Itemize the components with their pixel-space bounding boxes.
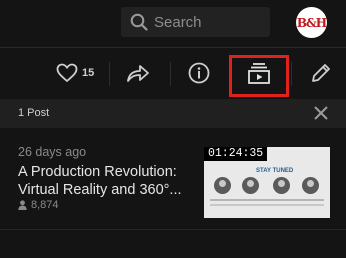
- search-placeholder: Search: [154, 13, 202, 31]
- video-duration: 01:24:35: [204, 147, 268, 161]
- close-button[interactable]: [313, 105, 329, 126]
- thumbnail-caption-line: [210, 199, 324, 201]
- user-icon: [18, 200, 27, 210]
- close-icon: [314, 106, 328, 120]
- post-views: 8,874: [18, 199, 59, 211]
- info-button[interactable]: [188, 48, 210, 98]
- like-button[interactable]: 15: [56, 48, 94, 98]
- divider: [0, 229, 346, 230]
- avatar-logo-text: B&H: [296, 15, 327, 30]
- edit-icon: [312, 64, 330, 82]
- heart-icon: [56, 63, 78, 83]
- video-toolbar: 15: [0, 48, 346, 98]
- post-age: 26 days ago: [18, 145, 87, 159]
- thumbnail-caption-line: [210, 204, 324, 206]
- view-count: 8,874: [31, 199, 59, 211]
- thumbnail-text: STAY TUNED: [256, 168, 294, 174]
- share-icon: [127, 65, 149, 82]
- channel-avatar[interactable]: B&H: [296, 7, 327, 38]
- share-button[interactable]: [126, 48, 150, 98]
- posts-panel-header: 1 Post: [0, 99, 346, 128]
- playlist-highlight-box: [229, 55, 289, 97]
- post-count: 1 Post: [18, 107, 50, 119]
- post-title-line2: Virtual Reality and 360°...: [18, 182, 182, 198]
- toolbar-divider: [170, 62, 171, 86]
- video-thumbnail[interactable]: 01:24:35 STAY TUNED: [204, 147, 330, 218]
- info-icon: [188, 62, 210, 84]
- like-count: 15: [82, 67, 95, 79]
- speaker-photo: [302, 177, 319, 194]
- toolbar-divider: [109, 62, 110, 86]
- post-title[interactable]: A Production Revolution: Virtual Reality…: [18, 163, 198, 199]
- edit-button[interactable]: [310, 48, 332, 98]
- speaker-photo: [273, 177, 290, 194]
- top-bar: Search B&H: [0, 0, 346, 46]
- search-icon: [130, 13, 148, 31]
- toolbar-divider: [291, 62, 292, 86]
- search-box[interactable]: Search: [121, 7, 270, 37]
- speaker-photo: [242, 177, 259, 194]
- post-title-line1: A Production Revolution:: [18, 164, 177, 180]
- speaker-photo: [214, 177, 231, 194]
